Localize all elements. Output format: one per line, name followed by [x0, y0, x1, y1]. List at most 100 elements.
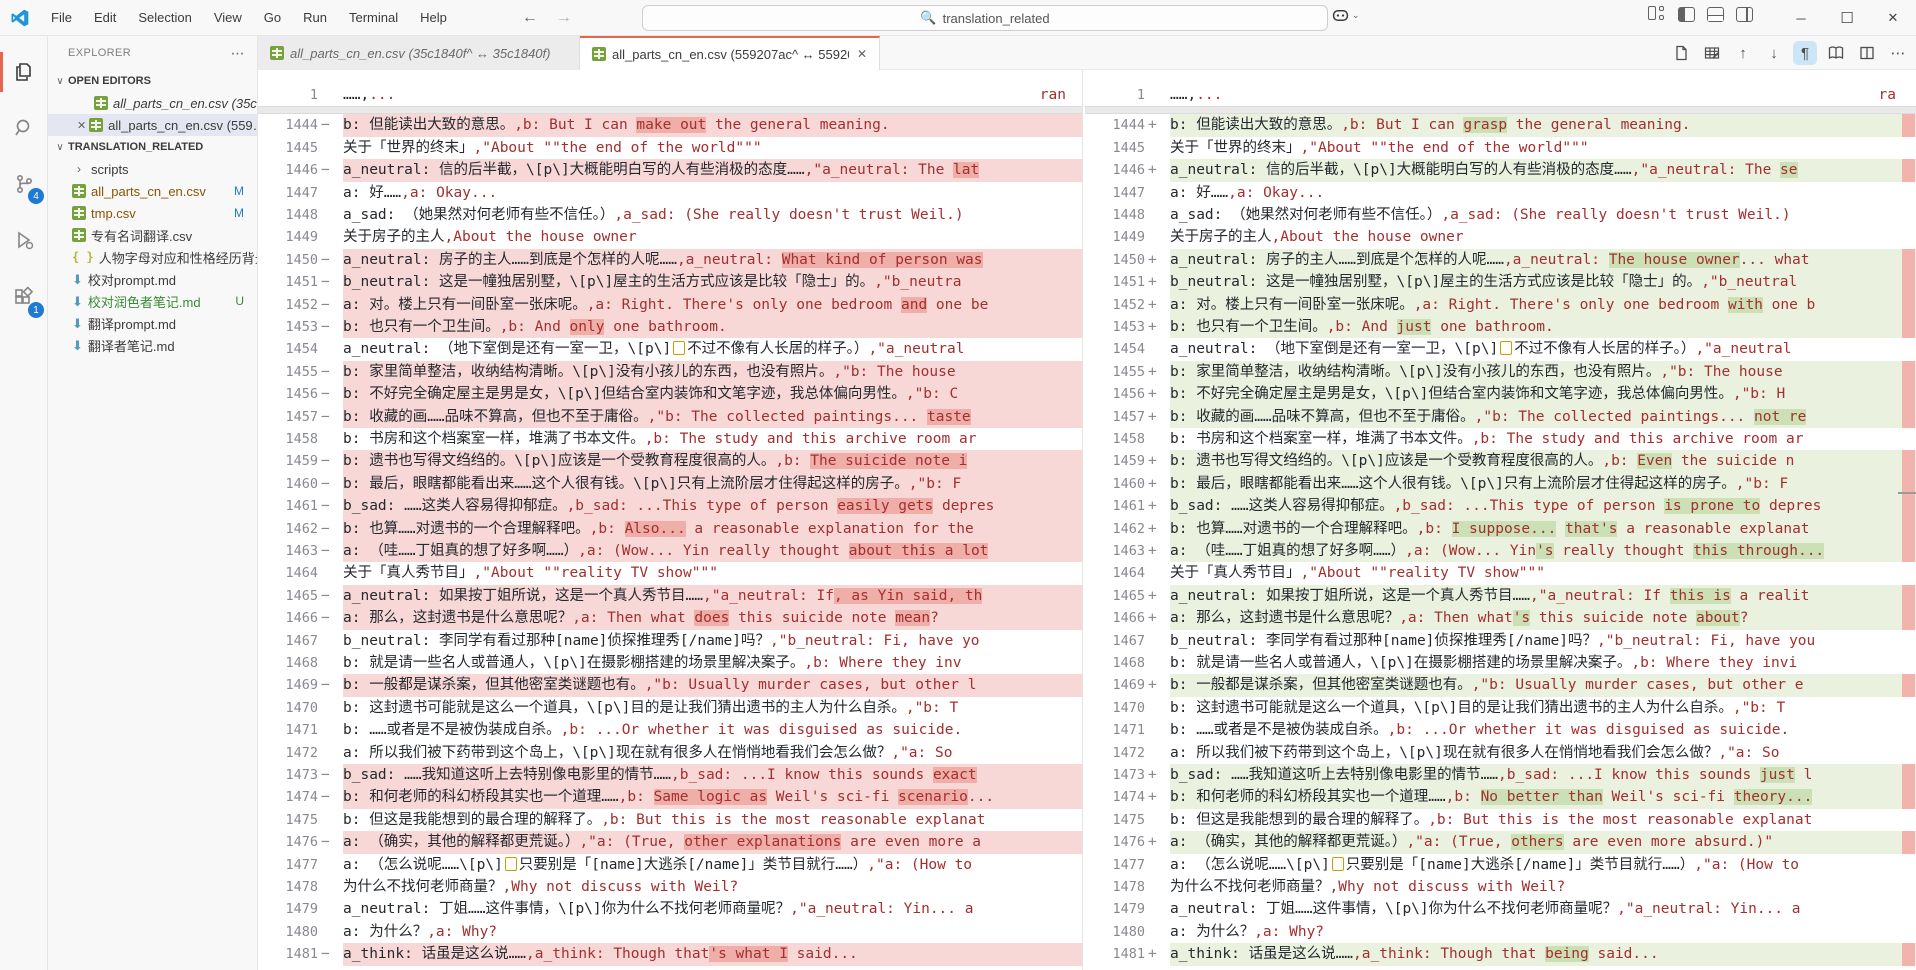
search-view-icon[interactable]: [0, 104, 48, 152]
open-editor-item-active[interactable]: ✕ all_parts_cn_en.csv (559…: [48, 114, 257, 136]
menu-selection[interactable]: Selection: [129, 6, 200, 29]
menu-file[interactable]: File: [42, 6, 81, 29]
diff-row-1468[interactable]: 1468b: 就是请一些名人或普通人，\[p\]在摄影棚搭建的场景里解决案子。,…: [258, 652, 1082, 674]
previous-change-icon[interactable]: ↑: [1731, 41, 1755, 65]
diff-row-1479[interactable]: 1479a_neutral: 丁姐……这件事情，\[p\]你为什么不找何老师商量…: [258, 898, 1082, 920]
diff-row-1457[interactable]: 1457−b: 收藏的画……品味不算高，但也不至于庸俗。,"b: The col…: [258, 406, 1082, 428]
split-editor-icon[interactable]: [1855, 41, 1879, 65]
menu-help[interactable]: Help: [411, 6, 456, 29]
customize-layout-icon[interactable]: [1648, 6, 1666, 22]
diff-row-1481[interactable]: 1481+a_think: 话虽是这么说……,a_think: Though t…: [1085, 943, 1916, 965]
diff-row-1464[interactable]: 1464关于「真人秀节目」,"About ""reality TV show""…: [258, 562, 1082, 584]
extensions-icon[interactable]: 1: [0, 274, 48, 322]
diff-row-1479[interactable]: 1479a_neutral: 丁姐……这件事情，\[p\]你为什么不找何老师商量…: [1085, 898, 1916, 920]
diff-row-1459[interactable]: 1459+b: 遗书也写得文绉绉的。\[p\]应该是一个受教育程度很高的人。,b…: [1085, 450, 1916, 472]
diff-row-1[interactable]: 1……,...ra: [1085, 84, 1916, 106]
open-preview-icon[interactable]: [1824, 41, 1848, 65]
maximize-button[interactable]: ☐: [1824, 0, 1870, 36]
menu-go[interactable]: Go: [255, 6, 290, 29]
tree-item-校对润色者笔记.md[interactable]: ⬇校对润色者笔记.mdU: [48, 290, 257, 312]
diff-row-1478[interactable]: 1478为什么不找何老师商量？,Why not discuss with Wei…: [258, 876, 1082, 898]
diff-row-1480[interactable]: 1480a: 为什么？,a: Why?: [258, 921, 1082, 943]
diff-row-1449[interactable]: 1449关于房子的主人,About the house owner: [1085, 226, 1916, 248]
diff-row-1458[interactable]: 1458b: 书房和这个档案室一样，堆满了书本文件。,b: The study …: [258, 428, 1082, 450]
minimize-button[interactable]: ─: [1778, 0, 1824, 36]
diff-row-1474[interactable]: 1474+b: 和何老师的科幻桥段其实也一个道理……,b: No better …: [1085, 786, 1916, 808]
diff-row-1462[interactable]: 1462−b: 也算……对遗书的一个合理解释吧。,b: Also... a re…: [258, 518, 1082, 540]
diff-row-1447[interactable]: 1447a: 好……,a: Okay...: [258, 182, 1082, 204]
toggle-primary-sidebar-icon[interactable]: [1678, 7, 1695, 22]
tree-item-scripts[interactable]: ›scripts: [48, 158, 257, 180]
diff-row-1469[interactable]: 1469−b: 一般都是谋杀案，但其他密室类谜题也有。,"b: Usually …: [258, 674, 1082, 696]
diff-row-1460[interactable]: 1460−b: 最后，眼瞎都能看出来……这个人很有钱。\[p\]只有上流阶层才住…: [258, 473, 1082, 495]
diff-row-1465[interactable]: 1465+a_neutral: 如果按丁姐所说，这是一个真人秀节目……,"a_n…: [1085, 585, 1916, 607]
edit-csv-icon[interactable]: [1700, 41, 1724, 65]
diff-row-1450[interactable]: 1450−a_neutral: 房子的主人……到底是个怎样的人呢……,a_neu…: [258, 249, 1082, 271]
diff-row-1453[interactable]: 1453+b: 也只有一个卫生间。,b: And just one bathro…: [1085, 316, 1916, 338]
menu-view[interactable]: View: [205, 6, 251, 29]
diff-row-1465[interactable]: 1465−a_neutral: 如果按丁姐所说，这是一个真人秀节目……,"a_n…: [258, 585, 1082, 607]
diff-row-1451[interactable]: 1451−b_neutral: 这是一幢独居别墅，\[p\]屋主的生活方式应该是…: [258, 271, 1082, 293]
diff-row-1451[interactable]: 1451+b_neutral: 这是一幢独居别墅，\[p\]屋主的生活方式应该是…: [1085, 271, 1916, 293]
diff-row-1461[interactable]: 1461+b_sad: ……这类人容易得抑郁症。,b_sad: ...This …: [1085, 495, 1916, 517]
tree-item-翻译prompt.md[interactable]: ⬇翻译prompt.md: [48, 312, 257, 334]
close-icon[interactable]: ✕: [74, 119, 89, 132]
diff-row-1452[interactable]: 1452−a: 对。楼上只有一间卧室一张床呢。,a: Right. There'…: [258, 294, 1082, 316]
diff-row-1455[interactable]: 1455+b: 家里简单整洁，收纳结构清晰。\[p\]没有小孩儿的东西，也没有照…: [1085, 361, 1916, 383]
diff-row-1477[interactable]: 1477a: （怎么说呢……\[p\]只要别是「[name]大逃杀[/name]…: [1085, 854, 1916, 876]
tree-item-人物字母对应和性格经历背景…[interactable]: { }人物字母对应和性格经历背景…: [48, 246, 257, 268]
diff-row-1481[interactable]: 1481−a_think: 话虽是这么说……,a_think: Though t…: [258, 943, 1082, 965]
diff-row-1445[interactable]: 1445关于「世界的终末」,"About ""the end of the wo…: [258, 137, 1082, 159]
hidden-region-separator[interactable]: [1085, 106, 1916, 114]
render-whitespace-icon[interactable]: ¶: [1793, 41, 1817, 65]
diff-row-1456[interactable]: 1456−b: 不好完全确定屋主是男是女，\[p\]但结合室内装饰和文笔字迹，我…: [258, 383, 1082, 405]
diff-row-1467[interactable]: 1467b_neutral: 李同学有看过那种[name]侦探推理秀[/name…: [1085, 630, 1916, 652]
diff-row-1456[interactable]: 1456+b: 不好完全确定屋主是男是女，\[p\]但结合室内装饰和文笔字迹，我…: [1085, 383, 1916, 405]
tree-item-tmp.csv[interactable]: tmp.csvM: [48, 202, 257, 224]
command-center-search[interactable]: 🔍 translation_related: [642, 5, 1328, 31]
hidden-region-separator[interactable]: [258, 106, 1082, 114]
diff-row-1450[interactable]: 1450+a_neutral: 房子的主人……到底是个怎样的人呢……,a_neu…: [1085, 249, 1916, 271]
diff-row-1448[interactable]: 1448a_sad: （她果然对何老师有些不信任。）,a_sad: (She r…: [1085, 204, 1916, 226]
diff-row-1457[interactable]: 1457+b: 收藏的画……品味不算高，但也不至于庸俗。,"b: The col…: [1085, 406, 1916, 428]
diff-row-1472[interactable]: 1472a: 所以我们被下药带到这个岛上，\[p\]现在就有很多人在悄悄地看我们…: [1085, 742, 1916, 764]
tree-item-all_parts_cn_en.csv[interactable]: all_parts_cn_en.csvM: [48, 180, 257, 202]
diff-row-1469[interactable]: 1469+b: 一般都是谋杀案，但其他密室类谜题也有。,"b: Usually …: [1085, 674, 1916, 696]
diff-row-1445[interactable]: 1445关于「世界的终末」,"About ""the end of the wo…: [1085, 137, 1916, 159]
diff-row-1475[interactable]: 1475b: 但这是我能想到的最合理的解释了。,b: But this is t…: [258, 809, 1082, 831]
diff-row-1480[interactable]: 1480a: 为什么？,a: Why?: [1085, 921, 1916, 943]
diff-row-1452[interactable]: 1452+a: 对。楼上只有一间卧室一张床呢。,a: Right. There'…: [1085, 294, 1916, 316]
close-button[interactable]: ✕: [1870, 0, 1916, 36]
source-control-icon[interactable]: 4: [0, 160, 48, 208]
diff-row-1468[interactable]: 1468b: 就是请一些名人或普通人，\[p\]在摄影棚搭建的场景里解决案子。,…: [1085, 652, 1916, 674]
open-file-icon[interactable]: [1669, 41, 1693, 65]
diff-row-1444[interactable]: 1444+b: 但能读出大致的意思。,b: But I can grasp th…: [1085, 114, 1916, 136]
diff-row-1460[interactable]: 1460+b: 最后，眼瞎都能看出来……这个人很有钱。\[p\]只有上流阶层才住…: [1085, 473, 1916, 495]
diff-row-1455[interactable]: 1455−b: 家里简单整洁，收纳结构清晰。\[p\]没有小孩儿的东西，也没有照…: [258, 361, 1082, 383]
diff-row-1454[interactable]: 1454a_neutral: （地下室倒是还有一室一卫，\[p\]不过不像有人长…: [258, 338, 1082, 360]
diff-row-1478[interactable]: 1478为什么不找何老师商量？,Why not discuss with Wei…: [1085, 876, 1916, 898]
diff-row-1475[interactable]: 1475b: 但这是我能想到的最合理的解释了。,b: But this is t…: [1085, 809, 1916, 831]
more-actions-icon[interactable]: ⋯: [1886, 41, 1910, 65]
close-tab-icon[interactable]: ✕: [857, 47, 867, 61]
tab-diff-35c1840f[interactable]: all_parts_cn_en.csv (35c1840f^ ↔ 35c1840…: [258, 36, 580, 70]
explorer-icon[interactable]: [0, 48, 48, 96]
diff-modified-pane[interactable]: 1……,...ra 1444+b: 但能读出大致的意思。,b: But I can…: [1085, 70, 1916, 970]
diff-row-1463[interactable]: 1463−a: （哇……丁姐真的想了好多啊……）,a: (Wow... Yin …: [258, 540, 1082, 562]
tree-item-校对prompt.md[interactable]: ⬇校对prompt.md: [48, 268, 257, 290]
diff-row-1449[interactable]: 1449关于房子的主人,About the house owner: [258, 226, 1082, 248]
tree-item-专有名词翻译.csv[interactable]: 专有名词翻译.csv: [48, 224, 257, 246]
diff-row-1466[interactable]: 1466−a: 那么，这封遗书是什么意思呢？,a: Then what does…: [258, 607, 1082, 629]
toggle-panel-icon[interactable]: [1707, 7, 1724, 22]
diff-row-1470[interactable]: 1470b: 这封遗书可能就是这么一个道具，\[p\]目的是让我们猜出遗书的主人…: [258, 697, 1082, 719]
diff-row-1471[interactable]: 1471b: ……或者是不是被伪装成自杀。,b: ...Or whether i…: [258, 719, 1082, 741]
menu-terminal[interactable]: Terminal: [340, 6, 407, 29]
open-editors-header[interactable]: ∨ OPEN EDITORS: [48, 70, 257, 92]
diff-row-1470[interactable]: 1470b: 这封遗书可能就是这么一个道具，\[p\]目的是让我们猜出遗书的主人…: [1085, 697, 1916, 719]
diff-row-1472[interactable]: 1472a: 所以我们被下药带到这个岛上，\[p\]现在就有很多人在悄悄地看我们…: [258, 742, 1082, 764]
diff-row-1458[interactable]: 1458b: 书房和这个档案室一样，堆满了书本文件。,b: The study …: [1085, 428, 1916, 450]
diff-row-1473[interactable]: 1473+b_sad: ……我知道这听上去特别像电影里的情节……,b_sad: …: [1085, 764, 1916, 786]
diff-row-1446[interactable]: 1446−a_neutral: 信的后半截，\[p\]大概能明白写的人有些消极的…: [258, 159, 1082, 181]
diff-row-1454[interactable]: 1454a_neutral: （地下室倒是还有一室一卫，\[p\]不过不像有人长…: [1085, 338, 1916, 360]
diff-row-1462[interactable]: 1462+b: 也算……对遗书的一个合理解释吧。,b: I suppose...…: [1085, 518, 1916, 540]
